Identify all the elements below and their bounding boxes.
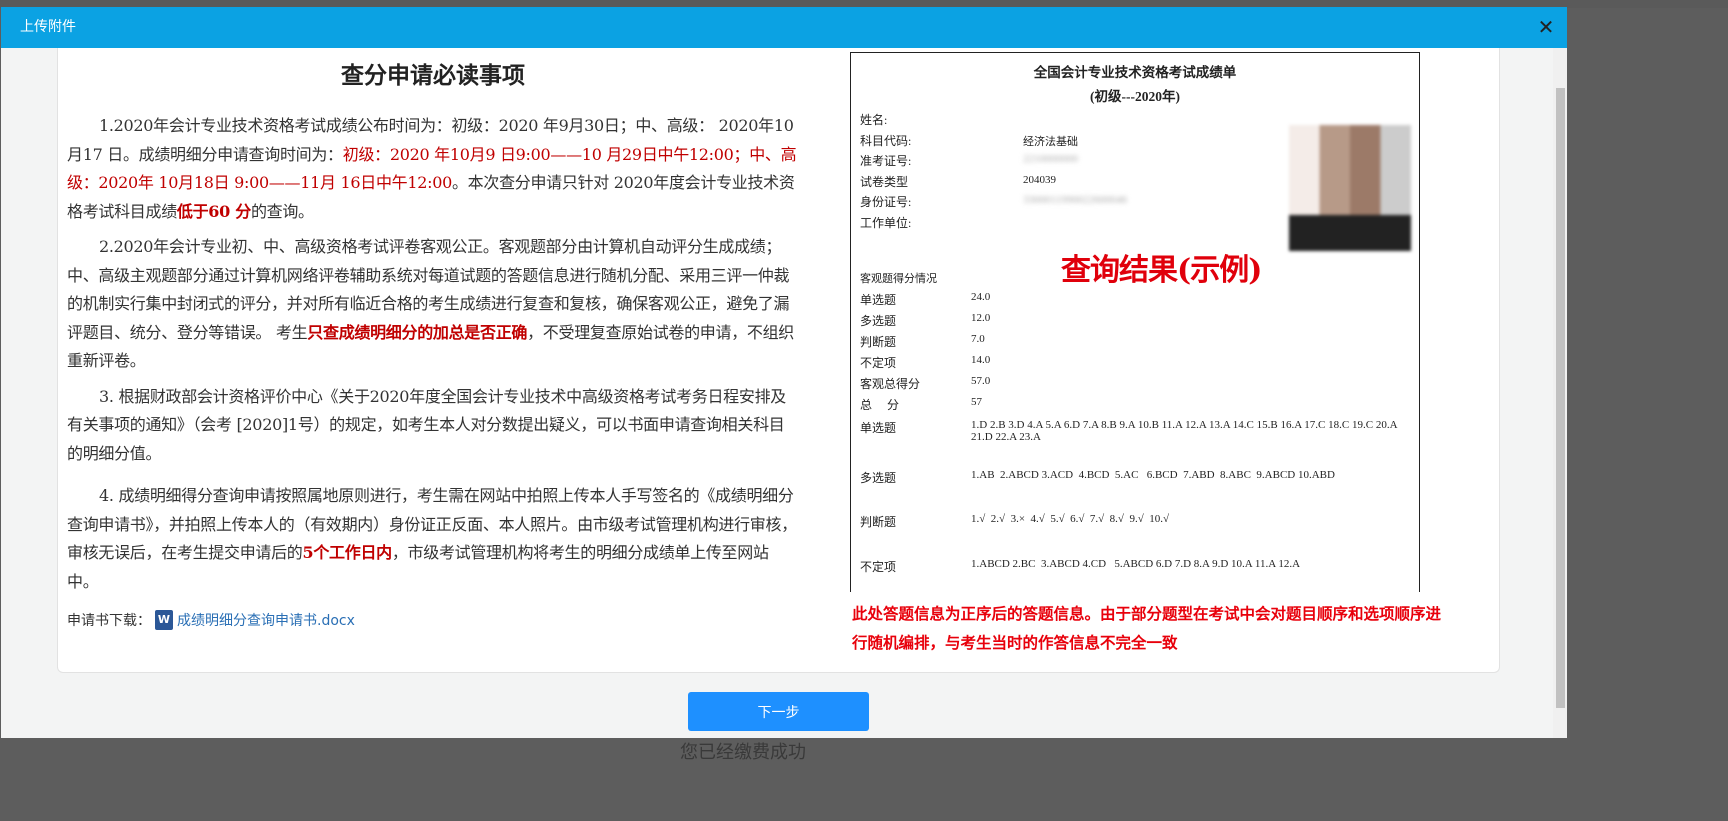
score-value: 57: [971, 396, 982, 408]
answer-value: 1.ABCD 2.BC 3.ABCD 4.CD 5.ABCD 6.D 7.D 8…: [971, 558, 1301, 570]
notice-paragraph: 2.2020年会计专业初、中、高级资格考试评卷客观公正。客观题部分由计算机自动评…: [67, 233, 799, 376]
answer-order-note: 此处答题信息为正序后的答题信息。由于部分题型在考试中会对题目顺序和选项顺序进行随…: [852, 605, 1442, 652]
modal-header: 上传附件: [1, 7, 1567, 48]
score-value: 7.0: [971, 333, 985, 345]
download-link[interactable]: 成绩明细分查询申请书.docx: [177, 610, 355, 630]
notice-paragraph: 3. 根据财政部会计资格评价中心《关于2020年度全国会计专业技术中高级资格考试…: [67, 383, 799, 469]
field-value: 3300011990022600046: [1023, 194, 1128, 206]
modal-title: 上传附件: [20, 19, 76, 35]
notice-title: 查分申请必读事项: [341, 62, 525, 89]
score-label: 多选题: [860, 314, 897, 328]
download-label: 申请书下载：: [67, 613, 151, 629]
sample-stamp: 查询结果(示例): [1061, 253, 1262, 288]
report-title: 全国会计专业技术资格考试成绩单: [1033, 65, 1237, 80]
score-report-image: 全国会计专业技术资格考试成绩单 (初级---2020年) 姓名: 科目代码: 经济法…: [850, 52, 1420, 592]
notice-section: 查分申请必读事项 1.2020年会计专业技术资格考试成绩公布时间为：初级：202…: [67, 48, 799, 603]
answer-label: 判断题: [860, 515, 897, 529]
blurred-photo: [1289, 125, 1411, 251]
score-value: 24.0: [971, 291, 991, 303]
answer-label: 不定项: [860, 560, 897, 574]
scrollbar-thumb[interactable]: [1556, 88, 1565, 708]
field-label: 姓名:: [860, 113, 888, 127]
paragraph-segment: 只查成绩明细分的加总是否正确: [307, 322, 528, 342]
notice-paragraph: 1.2020年会计专业技术资格考试成绩公布时间为：初级：2020 年9月30日；…: [67, 112, 799, 226]
score-label: 单选题: [860, 293, 897, 307]
field-label: 试卷类型: [860, 174, 909, 189]
field-value: 经济法基础: [1023, 135, 1078, 148]
score-value: 12.0: [971, 312, 991, 324]
field-label: 身份证号:: [860, 195, 912, 209]
answer-label: 单选题: [860, 421, 897, 435]
paragraph-segment: 5个工作日内: [302, 543, 393, 562]
field-value: 2210000000: [1023, 153, 1078, 165]
report-subtitle: (初级---2020年): [1090, 89, 1180, 104]
field-value: 204039: [1023, 173, 1056, 186]
notice-paragraph: 4. 成绩明细得分查询申请按照属地原则进行，考生需在网站中拍照上传本人手写签名的…: [67, 482, 799, 596]
next-step-button[interactable]: 下一步: [688, 692, 869, 731]
score-value: 14.0: [971, 354, 991, 366]
close-icon[interactable]: ✕: [1535, 16, 1557, 38]
answer-value: 1.√ 2.√ 3.× 4.√ 5.√ 6.√ 7.√ 8.√ 9.√ 10.√: [971, 513, 1170, 525]
paragraph-segment: 的查询。: [250, 201, 314, 221]
score-label: 总 分: [860, 398, 900, 412]
answer-value: 1.D 2.B 3.D 4.A 5.A 6.D 7.A 8.B 9.A 10.B…: [971, 419, 1400, 443]
score-label: 判断题: [860, 335, 897, 349]
paragraph-segment: 低于60 分: [176, 201, 251, 221]
field-label: 科目代码:: [860, 133, 912, 148]
download-row: 申请书下载： W 成绩明细分查询申请书.docx: [67, 610, 355, 630]
score-value: 57.0: [971, 375, 991, 387]
score-label: 客观总得分: [860, 377, 921, 391]
background-status-text: 您已经缴费成功: [680, 742, 806, 763]
paragraph-segment: 3. 根据财政部会计资格评价中心《关于2020年度全国会计专业技术中高级资格考试…: [67, 386, 786, 463]
word-file-icon: W: [155, 610, 173, 630]
score-label: 不定项: [860, 356, 897, 370]
field-label: 准考证号:: [860, 154, 912, 168]
upload-attachment-modal: 上传附件 ✕ 查分申请必读事项 1.2020年会计专业技术资格考试成绩公布时间为…: [1, 7, 1567, 738]
answer-label: 多选题: [860, 471, 897, 485]
background-page: 您已经缴费成功: [0, 738, 1728, 821]
field-label: 工作单位:: [860, 215, 912, 230]
objective-header: 客观题得分情况: [860, 273, 937, 285]
content-card: 查分申请必读事项 1.2020年会计专业技术资格考试成绩公布时间为：初级：202…: [57, 48, 1500, 673]
answer-value: 1.AB 2.ABCD 3.ACD 4.BCD 5.AC 6.BCD 7.ABD…: [971, 469, 1335, 481]
scrollbar[interactable]: [1553, 48, 1567, 738]
